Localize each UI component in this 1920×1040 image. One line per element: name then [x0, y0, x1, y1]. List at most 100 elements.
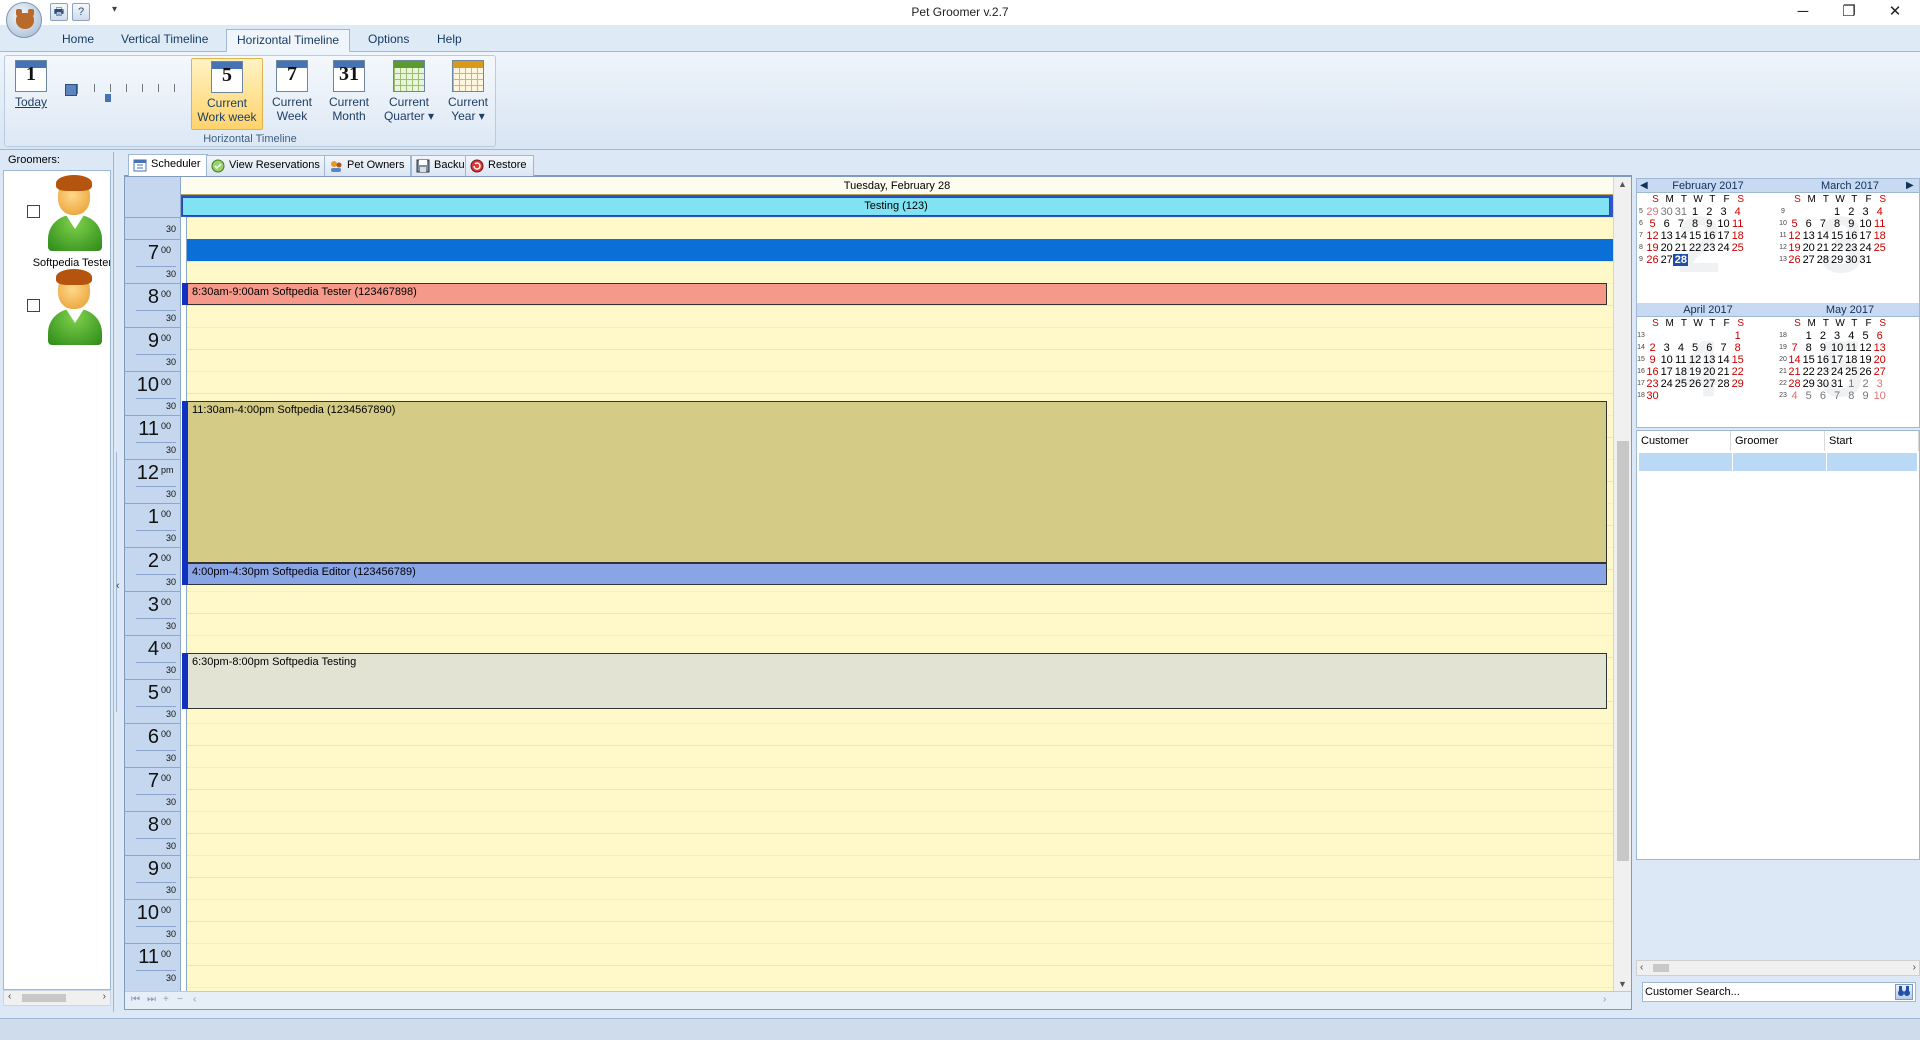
calendar-day[interactable]: 16: [1645, 366, 1660, 378]
calendar-day[interactable]: 22: [1730, 366, 1745, 378]
scroll-right-icon[interactable]: ›: [1913, 962, 1916, 973]
calendar-day[interactable]: 27: [1659, 254, 1674, 266]
calendar-day[interactable]: 23: [1645, 378, 1660, 390]
calendar-day[interactable]: 10: [1872, 390, 1887, 402]
calendar-day[interactable]: 12: [1858, 342, 1873, 354]
calendar-day[interactable]: 11: [1872, 218, 1887, 230]
groomer-checkbox[interactable]: [27, 205, 40, 218]
tab-pet-owners[interactable]: Pet Owners: [324, 155, 412, 176]
day-scheduler[interactable]: 30 7 00 30 8 00 30 9 00 30 10 00 30 11 00 30 12 pm 30 1 00 30…: [124, 176, 1632, 1010]
current-week-button[interactable]: 7 Current Week: [267, 58, 317, 130]
calendar-day[interactable]: 17: [1830, 354, 1845, 366]
calendar-day[interactable]: 19: [1858, 354, 1873, 366]
calendar-day[interactable]: 17: [1716, 230, 1731, 242]
calendar-day[interactable]: 11: [1844, 342, 1859, 354]
time-slot[interactable]: [187, 921, 1613, 943]
time-slot[interactable]: [187, 767, 1613, 789]
first-icon[interactable]: ⏮: [131, 994, 140, 1005]
calendar-day[interactable]: 13: [1801, 230, 1816, 242]
calendar-day[interactable]: 12: [1688, 354, 1703, 366]
scroll-left-icon[interactable]: ‹: [1640, 962, 1643, 973]
month-title[interactable]: May 2017: [1779, 303, 1919, 317]
scheduler-vertical-scrollbar[interactable]: ▲ ▼: [1613, 177, 1631, 991]
groomer-item[interactable]: [4, 269, 110, 379]
current-work-week-button[interactable]: 5 Current Work week: [191, 58, 263, 130]
calendar-day[interactable]: 9: [1645, 354, 1660, 366]
appointment[interactable]: 4:00pm-4:30pm Softpedia Editor (12345678…: [182, 563, 1607, 585]
calendar-day[interactable]: 31: [1858, 254, 1873, 266]
calendar-day[interactable]: 10: [1830, 342, 1845, 354]
calendar-day[interactable]: 30: [1815, 378, 1830, 390]
calendar-day[interactable]: 21: [1787, 366, 1802, 378]
calendar-day[interactable]: 19: [1645, 242, 1660, 254]
calendar-day[interactable]: 4: [1844, 330, 1859, 342]
calendar-day[interactable]: 9: [1815, 342, 1830, 354]
zoom-slider[interactable]: [65, 76, 175, 106]
tab-scheduler[interactable]: Scheduler: [128, 154, 208, 176]
scroll-thumb[interactable]: [1653, 964, 1669, 972]
selected-time-range[interactable]: [187, 239, 1613, 261]
collapse-arrow-icon[interactable]: ‹: [116, 580, 120, 592]
time-slot[interactable]: [187, 855, 1613, 877]
time-slot[interactable]: [187, 899, 1613, 921]
tab-restore[interactable]: Restore: [465, 155, 534, 176]
scroll-down-icon[interactable]: ▼: [1618, 979, 1627, 989]
calendar-day[interactable]: 25: [1844, 366, 1859, 378]
calendar-day[interactable]: 7: [1787, 342, 1802, 354]
calendar-day[interactable]: 18: [1872, 230, 1887, 242]
calendar-day[interactable]: 14: [1716, 354, 1731, 366]
restore-button[interactable]: ❐: [1826, 0, 1872, 25]
calendar-day[interactable]: 24: [1830, 366, 1845, 378]
tab-vertical-timeline[interactable]: Vertical Timeline: [111, 29, 218, 52]
calendar-day[interactable]: 21: [1673, 242, 1688, 254]
calendar-day[interactable]: 23: [1702, 242, 1717, 254]
calendar-day[interactable]: 9: [1858, 390, 1873, 402]
remove-icon[interactable]: −: [177, 994, 183, 1005]
calendar-day[interactable]: 1: [1830, 206, 1845, 218]
calendar-day[interactable]: 6: [1801, 218, 1816, 230]
calendar-day[interactable]: 16: [1844, 230, 1859, 242]
time-slot[interactable]: [187, 877, 1613, 899]
calendar-day[interactable]: 5: [1858, 330, 1873, 342]
calendar-day[interactable]: 8: [1830, 218, 1845, 230]
time-slot[interactable]: [187, 745, 1613, 767]
time-slot[interactable]: [187, 371, 1613, 393]
calendar-day[interactable]: 25: [1872, 242, 1887, 254]
calendar-day[interactable]: 7: [1673, 218, 1688, 230]
calendar-day[interactable]: 23: [1815, 366, 1830, 378]
calendar-day[interactable]: 18: [1730, 230, 1745, 242]
calendar-day[interactable]: 4: [1673, 342, 1688, 354]
calendar-day[interactable]: 4: [1872, 206, 1887, 218]
calendar-day[interactable]: 3: [1659, 342, 1674, 354]
calendar-day[interactable]: 10: [1858, 218, 1873, 230]
minimize-button[interactable]: ─: [1780, 0, 1826, 25]
time-slot[interactable]: [187, 217, 1613, 239]
calendar-day[interactable]: 5: [1645, 218, 1660, 230]
calendar-day[interactable]: 19: [1688, 366, 1703, 378]
calendar-day[interactable]: 5: [1801, 390, 1816, 402]
calendar-day[interactable]: 2: [1815, 330, 1830, 342]
calendar-day[interactable]: 18: [1844, 354, 1859, 366]
time-slot[interactable]: [187, 613, 1613, 635]
calendar-day[interactable]: 3: [1716, 206, 1731, 218]
calendar-day[interactable]: 26: [1645, 254, 1660, 266]
calendar-day[interactable]: 15: [1830, 230, 1845, 242]
groomer-checkbox[interactable]: [27, 299, 40, 312]
calendar-day[interactable]: 20: [1702, 366, 1717, 378]
calendar-day[interactable]: 7: [1830, 390, 1845, 402]
calendar-day[interactable]: 29: [1830, 254, 1845, 266]
calendar-prev-icon[interactable]: ◀: [1640, 180, 1648, 191]
current-month-button[interactable]: 31 Current Month: [323, 58, 375, 130]
calendar-day[interactable]: 17: [1858, 230, 1873, 242]
previous-icon[interactable]: ⏭: [147, 994, 156, 1005]
bookings-grid[interactable]: Customer Groomer Start: [1636, 430, 1920, 860]
time-slot[interactable]: [187, 833, 1613, 855]
calendar-day[interactable]: 1: [1844, 378, 1859, 390]
calendar-day[interactable]: 30: [1645, 390, 1660, 402]
scroll-left-icon[interactable]: ‹: [193, 994, 196, 1005]
calendar-day[interactable]: 23: [1844, 242, 1859, 254]
calendar-day[interactable]: 30: [1844, 254, 1859, 266]
schedule-grid[interactable]: 8:30am-9:00am Softpedia Tester (12346789…: [181, 177, 1613, 1009]
calendar-day[interactable]: 6: [1872, 330, 1887, 342]
calendar-day[interactable]: 3: [1872, 378, 1887, 390]
